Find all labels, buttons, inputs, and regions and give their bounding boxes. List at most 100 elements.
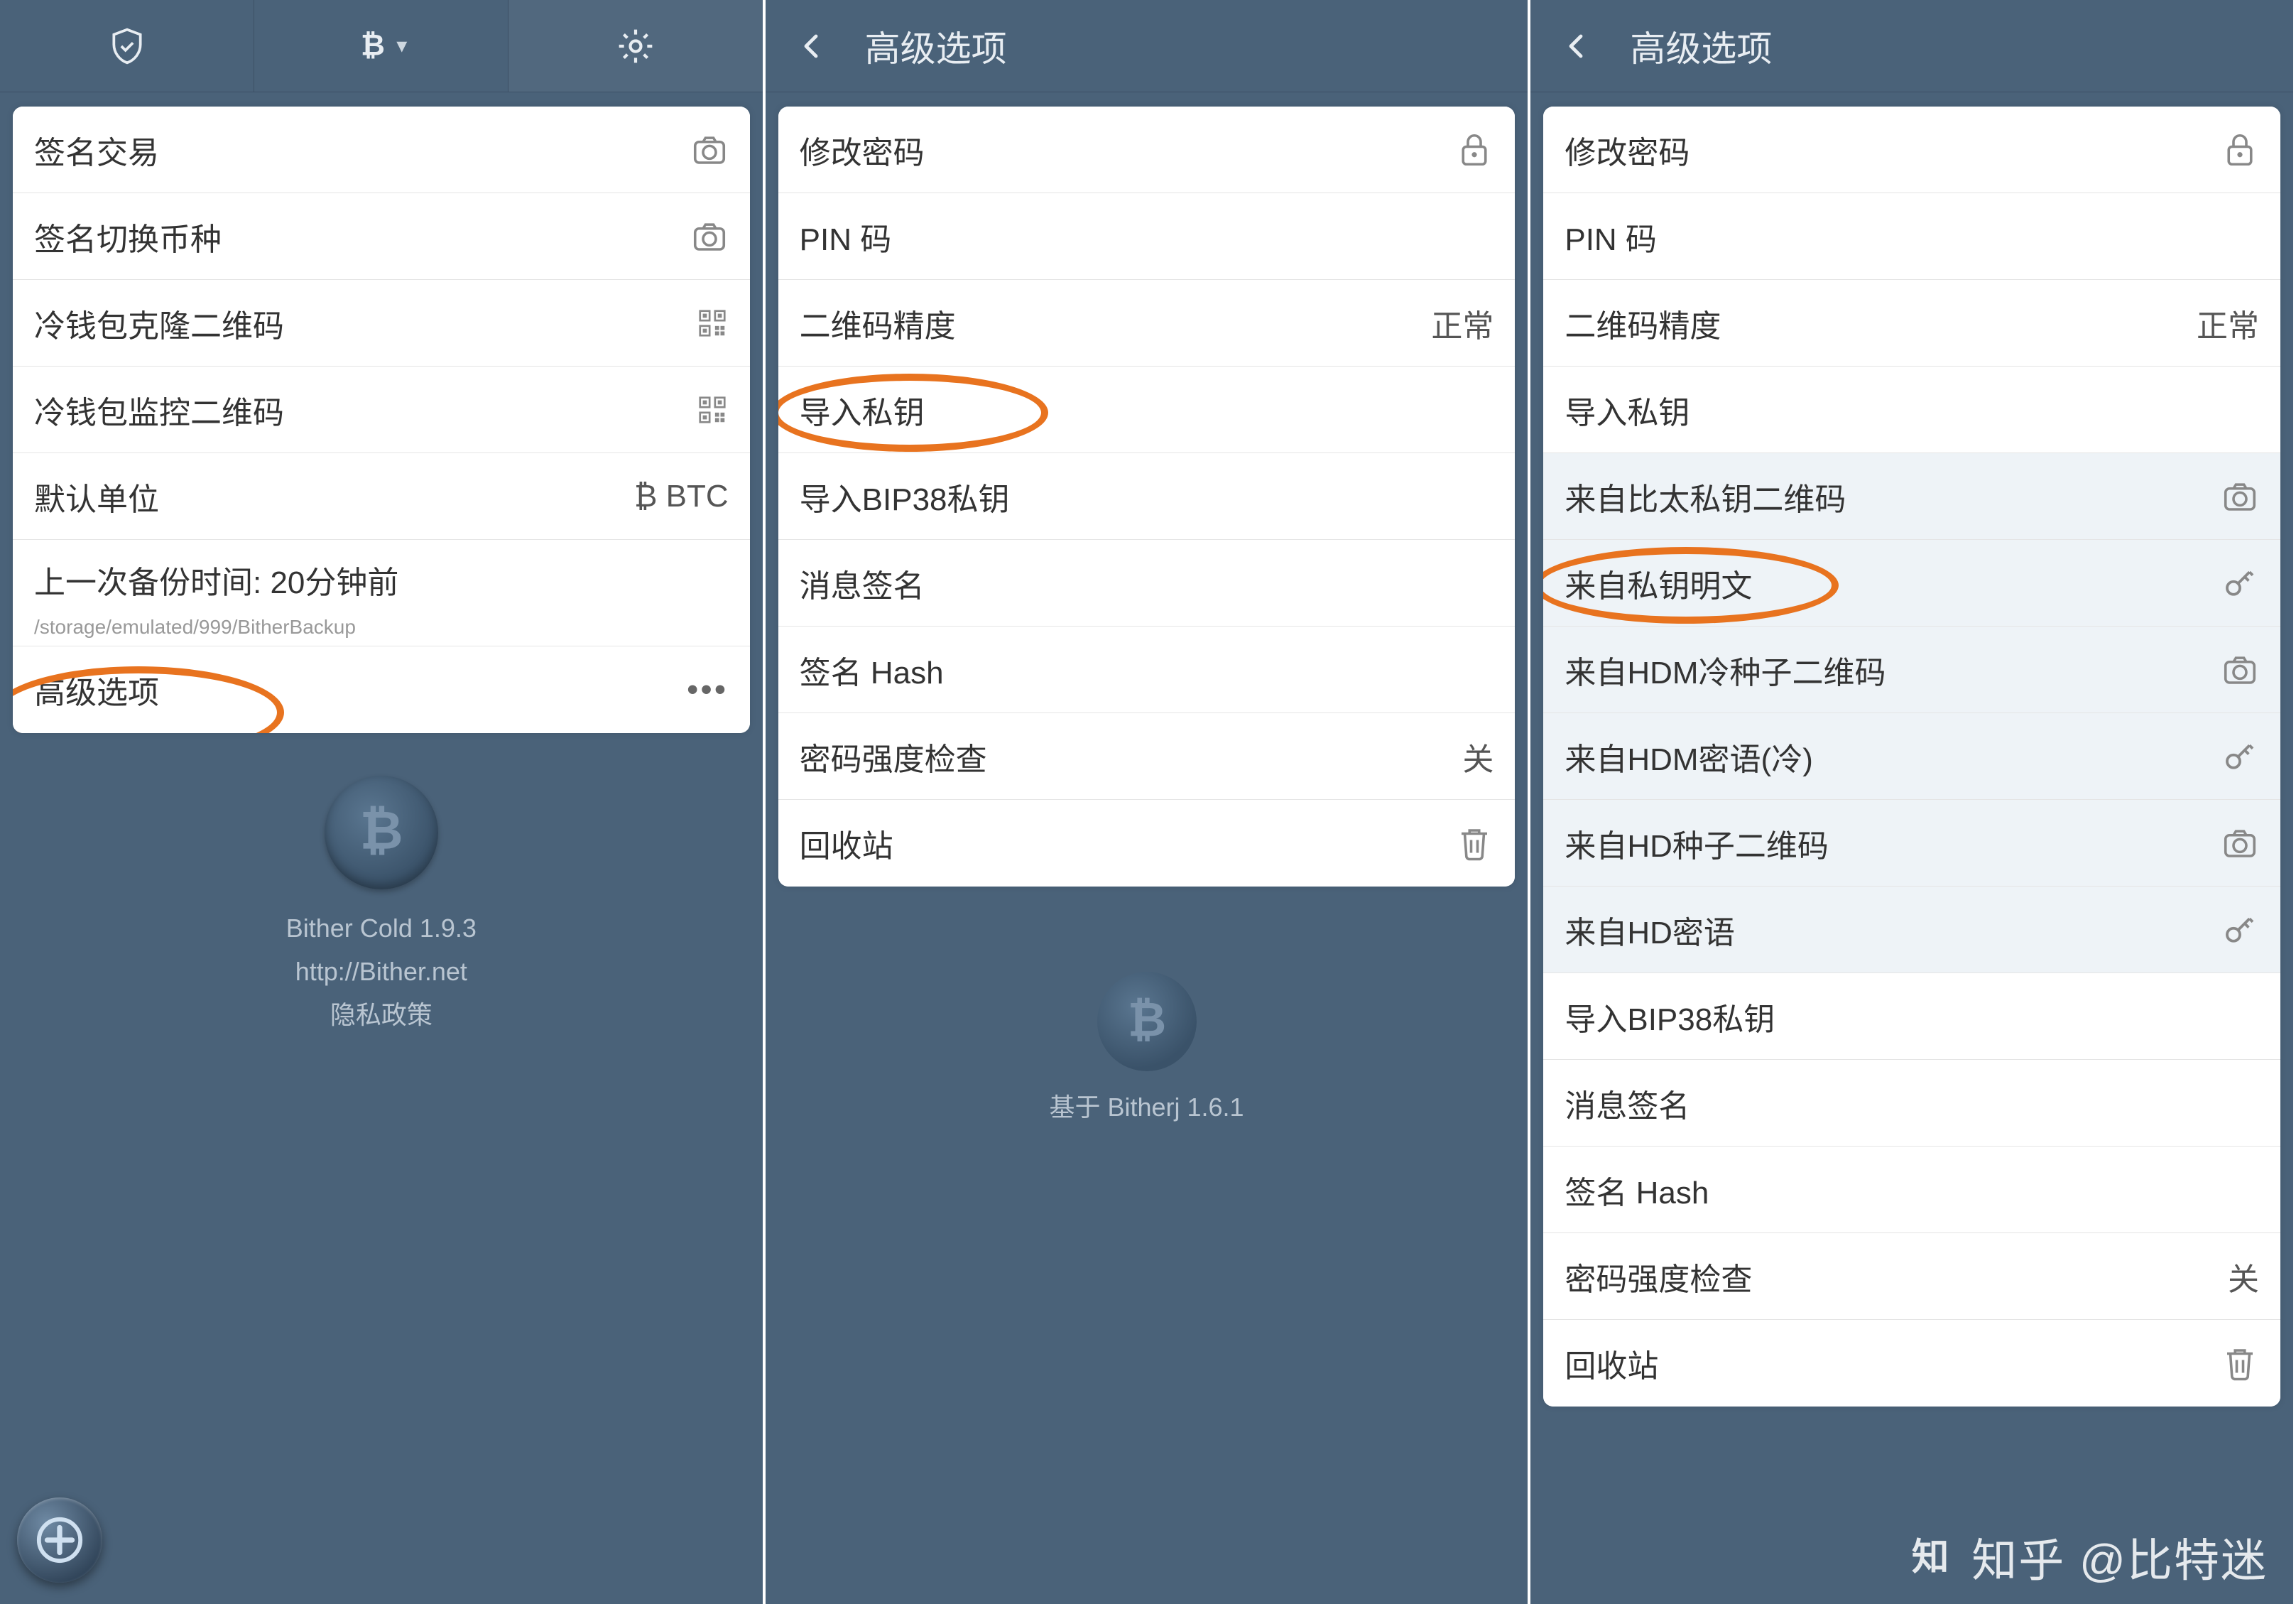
gear-icon bbox=[616, 26, 655, 66]
dots-icon: ••• bbox=[687, 672, 728, 708]
row-label: 消息签名 bbox=[800, 560, 1494, 606]
app-url[interactable]: http://Bither.net bbox=[0, 950, 763, 993]
row-value: 关 bbox=[1462, 734, 1494, 779]
qr-icon bbox=[696, 307, 729, 340]
row-label: 修改密码 bbox=[1565, 127, 2221, 173]
row-qr-precision[interactable]: 二维码精度 正常 bbox=[778, 280, 1516, 367]
bitcoin-logo bbox=[325, 776, 438, 889]
row-sign-tx[interactable]: 签名交易 bbox=[13, 107, 750, 193]
row-label: 冷钱包克隆二维码 bbox=[34, 300, 696, 346]
camera-icon bbox=[690, 217, 729, 256]
back-icon bbox=[795, 29, 829, 63]
row-label: 密码强度检查 bbox=[1565, 1254, 2214, 1299]
row-sign-message[interactable]: 消息签名 bbox=[1543, 1060, 2280, 1147]
key-icon bbox=[2221, 564, 2259, 602]
row-pin[interactable]: PIN 码 bbox=[1543, 193, 2280, 280]
back-icon bbox=[1560, 29, 1594, 63]
row-password-strength[interactable]: 密码强度检查 关 bbox=[1543, 1233, 2280, 1320]
row-password-strength[interactable]: 密码强度检查 关 bbox=[778, 713, 1516, 800]
row-pin[interactable]: PIN 码 bbox=[778, 193, 1516, 280]
row-qr-precision[interactable]: 二维码精度 正常 bbox=[1543, 280, 2280, 367]
bitcoin-icon bbox=[355, 28, 391, 64]
row-change-password[interactable]: 修改密码 bbox=[1543, 107, 2280, 193]
row-label: PIN 码 bbox=[1565, 214, 2259, 259]
row-trash[interactable]: 回收站 bbox=[778, 800, 1516, 887]
page-title: 高级选项 bbox=[1623, 21, 2293, 72]
row-from-hdm-seed-qr[interactable]: 来自HDM冷种子二维码 bbox=[1543, 627, 2280, 713]
row-value: 关 bbox=[2228, 1254, 2259, 1299]
plus-icon bbox=[35, 1515, 85, 1565]
topbar: 高级选项 bbox=[766, 0, 1528, 92]
advanced-list: 修改密码 PIN 码 二维码精度 正常 导入私钥 导入BIP38私钥 消息签名 … bbox=[778, 107, 1516, 887]
row-from-bither-qr[interactable]: 来自比太私钥二维码 bbox=[1543, 453, 2280, 540]
row-from-hd-phrase[interactable]: 来自HD密语 bbox=[1543, 887, 2280, 973]
row-import-key[interactable]: 导入私钥 bbox=[1543, 367, 2280, 453]
screen-3-advanced-expanded: 高级选项 修改密码 PIN 码 二维码精度 正常 导入私钥 来自比太私钥二维码 … bbox=[1530, 0, 2296, 1604]
row-label: 来自比太私钥二维码 bbox=[1565, 474, 2221, 519]
screen-2-advanced: 高级选项 修改密码 PIN 码 二维码精度 正常 导入私钥 导入BIP38私钥 … bbox=[766, 0, 1531, 1604]
qr-icon bbox=[696, 394, 729, 426]
tab-bitcoin[interactable]: ▾ bbox=[254, 0, 508, 92]
row-label: 二维码精度 bbox=[800, 300, 1418, 346]
row-label: 签名切换币种 bbox=[34, 214, 690, 259]
row-label: 来自HDM密语(冷) bbox=[1565, 734, 2221, 779]
row-import-key[interactable]: 导入私钥 bbox=[778, 367, 1516, 453]
watermark: 知乎 @比特迷 bbox=[1908, 1524, 2268, 1590]
lib-version: 基于 Bitherj 1.6.1 bbox=[766, 1085, 1528, 1129]
row-from-hdm-phrase[interactable]: 来自HDM密语(冷) bbox=[1543, 713, 2280, 800]
row-last-backup[interactable]: 上一次备份时间: 20分钟前 /storage/emulated/999/Bit… bbox=[13, 540, 750, 646]
row-label: 高级选项 bbox=[34, 667, 687, 712]
row-label: 来自HDM冷种子二维码 bbox=[1565, 647, 2221, 693]
page-title: 高级选项 bbox=[858, 21, 1528, 72]
row-change-password[interactable]: 修改密码 bbox=[778, 107, 1516, 193]
row-sign-hash[interactable]: 签名 Hash bbox=[778, 627, 1516, 713]
screen-1-settings: ▾ 签名交易 签名切换币种 冷钱包克隆二维码 冷钱包监控二维码 默认单位 ₿ B… bbox=[0, 0, 766, 1604]
row-label: 上一次备份时间: 20分钟前 bbox=[34, 557, 729, 602]
camera-icon bbox=[690, 131, 729, 169]
row-label: 导入私钥 bbox=[1565, 387, 2259, 433]
row-label: 修改密码 bbox=[800, 127, 1456, 173]
tab-settings[interactable] bbox=[508, 0, 762, 92]
key-icon bbox=[2221, 737, 2259, 776]
camera-icon bbox=[2221, 824, 2259, 862]
settings-list: 签名交易 签名切换币种 冷钱包克隆二维码 冷钱包监控二维码 默认单位 ₿ BTC… bbox=[13, 107, 750, 733]
trash-icon bbox=[1455, 824, 1494, 862]
add-button[interactable] bbox=[17, 1497, 102, 1583]
back-button[interactable] bbox=[766, 0, 858, 92]
row-label: 来自私钥明文 bbox=[1565, 560, 2221, 606]
row-label: 导入BIP38私钥 bbox=[1565, 994, 2259, 1039]
row-label: 签名 Hash bbox=[800, 647, 1494, 693]
camera-icon bbox=[2221, 651, 2259, 689]
row-sign-hash[interactable]: 签名 Hash bbox=[1543, 1147, 2280, 1233]
row-cold-monitor-qr[interactable]: 冷钱包监控二维码 bbox=[13, 367, 750, 453]
row-trash[interactable]: 回收站 bbox=[1543, 1320, 2280, 1407]
row-label: 来自HD种子二维码 bbox=[1565, 820, 2221, 866]
row-from-hd-seed-qr[interactable]: 来自HD种子二维码 bbox=[1543, 800, 2280, 887]
row-import-bip38[interactable]: 导入BIP38私钥 bbox=[1543, 973, 2280, 1060]
row-label: 导入私钥 bbox=[800, 387, 1494, 433]
zhihu-icon bbox=[1908, 1532, 1957, 1582]
footer-info: 基于 Bitherj 1.6.1 bbox=[766, 929, 1528, 1129]
row-default-unit[interactable]: 默认单位 ₿ BTC bbox=[13, 453, 750, 540]
footer-info: Bither Cold 1.9.3 http://Bither.net 隐私政策 bbox=[0, 776, 763, 1037]
bitcoin-logo bbox=[1097, 972, 1197, 1071]
row-cold-clone-qr[interactable]: 冷钱包克隆二维码 bbox=[13, 280, 750, 367]
row-advanced-options[interactable]: 高级选项 ••• bbox=[13, 646, 750, 733]
privacy-link[interactable]: 隐私政策 bbox=[0, 993, 763, 1036]
back-button[interactable] bbox=[1530, 0, 1623, 92]
camera-icon bbox=[2221, 477, 2259, 516]
app-version: Bither Cold 1.9.3 bbox=[0, 906, 763, 950]
shield-icon bbox=[107, 26, 147, 66]
key-icon bbox=[2221, 911, 2259, 949]
lock-icon bbox=[2221, 131, 2259, 169]
row-label: 密码强度检查 bbox=[800, 734, 1449, 779]
row-label: 来自HD密语 bbox=[1565, 907, 2221, 953]
row-value: 正常 bbox=[2197, 300, 2259, 346]
lock-icon bbox=[1455, 131, 1494, 169]
tab-shield[interactable] bbox=[0, 0, 254, 92]
row-sign-switch-coin[interactable]: 签名切换币种 bbox=[13, 193, 750, 280]
row-from-key-text[interactable]: 来自私钥明文 bbox=[1543, 540, 2280, 627]
row-sign-message[interactable]: 消息签名 bbox=[778, 540, 1516, 627]
row-import-bip38[interactable]: 导入BIP38私钥 bbox=[778, 453, 1516, 540]
row-label: PIN 码 bbox=[800, 214, 1494, 259]
